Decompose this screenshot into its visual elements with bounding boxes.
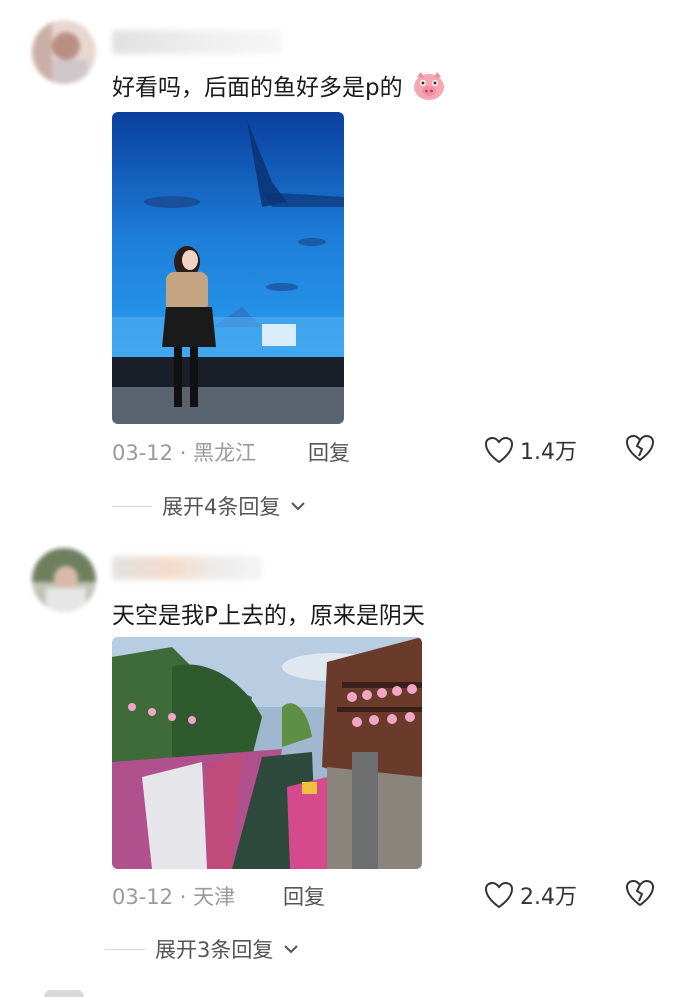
comment-location: 天津: [193, 885, 236, 909]
username-blurred[interactable]: [112, 30, 282, 54]
comment-text: 天空是我P上去的，原来是阴天: [112, 603, 425, 629]
avatar[interactable]: [32, 548, 96, 612]
comment-meta: 03-12 · 黑龙江: [112, 437, 256, 467]
pig-face-icon: [412, 71, 446, 107]
expand-replies-button[interactable]: 展开3条回复: [105, 934, 299, 964]
like-count: 1.4万: [520, 440, 577, 465]
next-comment-avatar-partial[interactable]: [44, 990, 84, 997]
username-blurred[interactable]: [112, 556, 262, 580]
chevron-down-icon: [283, 940, 299, 959]
comment-text: 好看吗，后面的鱼好多是p的: [112, 68, 446, 107]
broken-heart-icon: [625, 879, 655, 911]
broken-heart-icon: [625, 434, 655, 466]
comment-location: 黑龙江: [193, 441, 257, 465]
reply-button[interactable]: 回复: [308, 437, 350, 467]
canal-town-photo[interactable]: [112, 637, 422, 869]
comment-date: 03-12: [112, 885, 174, 909]
heart-icon: [484, 881, 514, 909]
heart-icon: [484, 436, 514, 464]
dislike-button[interactable]: [625, 879, 655, 911]
expand-divider: [105, 948, 145, 950]
like-button[interactable]: 1.4万: [484, 434, 577, 466]
expand-replies-button[interactable]: 展开4条回复: [112, 491, 306, 521]
avatar[interactable]: [32, 20, 96, 84]
meta-separator: ·: [179, 885, 187, 909]
dislike-button[interactable]: [625, 434, 655, 466]
chevron-down-icon: [290, 497, 306, 516]
comment-text-content: 好看吗，后面的鱼好多是p的: [112, 75, 403, 101]
like-button[interactable]: 2.4万: [484, 879, 577, 911]
like-count: 2.4万: [520, 885, 577, 910]
expand-replies-label: 展开4条回复: [162, 495, 281, 519]
expand-divider: [112, 505, 152, 507]
reply-button[interactable]: 回复: [283, 881, 325, 911]
comment-date: 03-12: [112, 441, 174, 465]
meta-separator: ·: [179, 441, 187, 465]
comment-meta: 03-12 · 天津: [112, 881, 235, 911]
expand-replies-label: 展开3条回复: [155, 938, 274, 962]
aquarium-photo[interactable]: [112, 112, 344, 424]
